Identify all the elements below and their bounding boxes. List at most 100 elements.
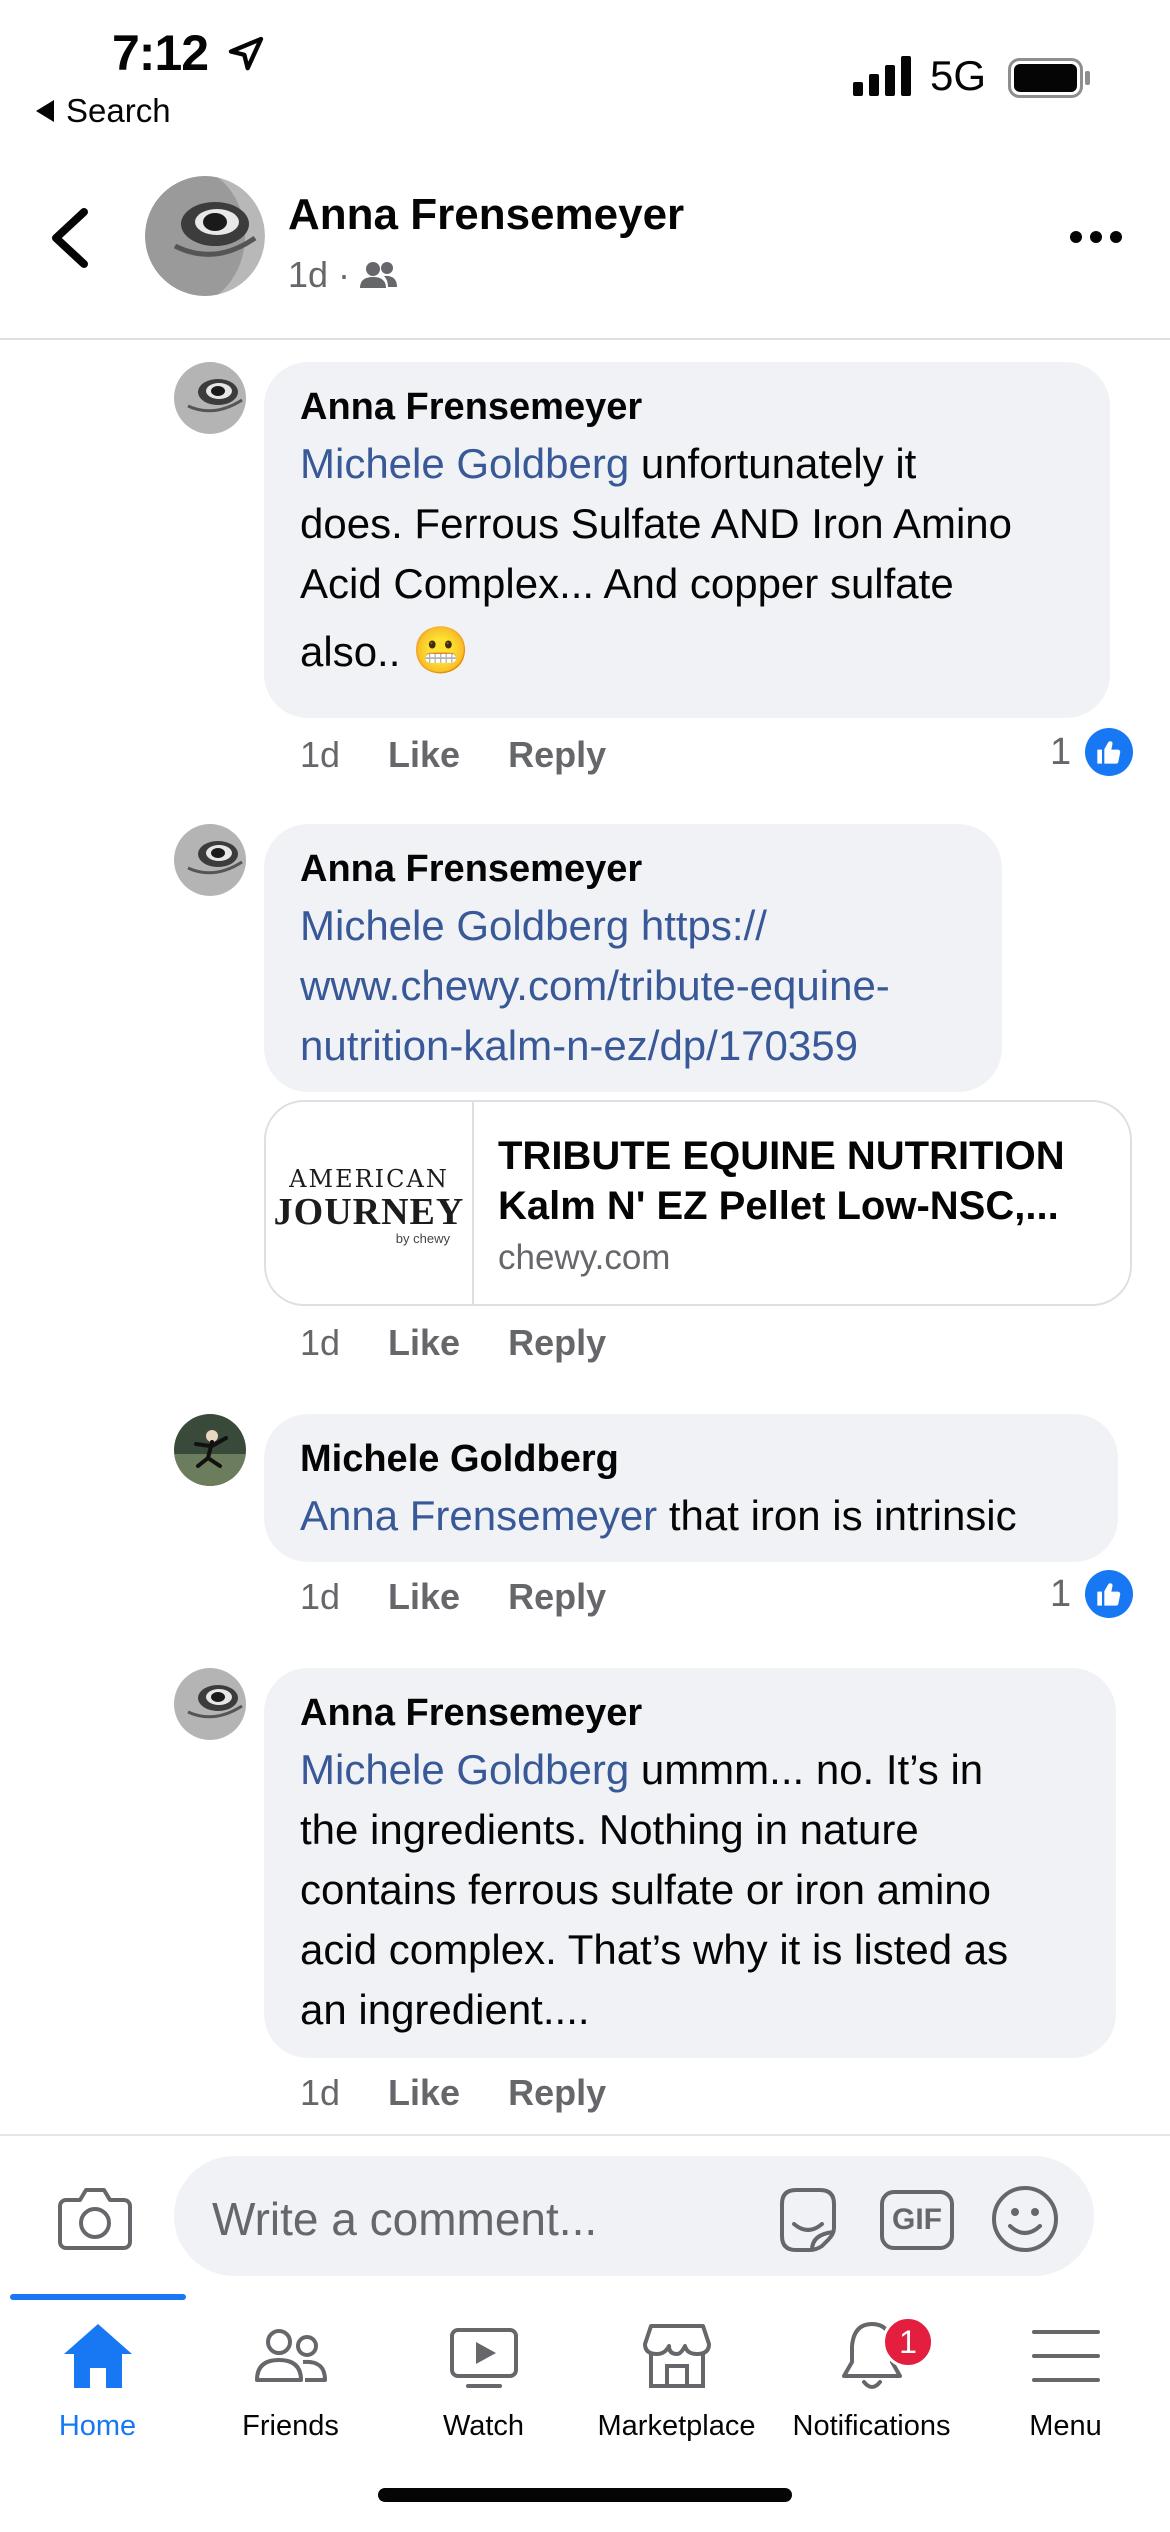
comment-text-line: Acid Complex... And copper sulfate — [300, 560, 954, 607]
tab-label: Notifications — [792, 2410, 951, 2442]
comment-composer: Write a comment... GIF — [0, 2134, 1170, 2294]
watch-icon — [449, 2328, 518, 2388]
reply-button[interactable]: Reply — [508, 734, 606, 776]
comment-actions: 1d Like Reply — [300, 1322, 606, 1364]
friends-icon — [254, 2329, 327, 2382]
comment-author[interactable]: Anna Frensemeyer — [300, 1690, 1080, 1736]
reply-button[interactable]: Reply — [508, 1322, 606, 1364]
author-avatar[interactable] — [145, 176, 265, 296]
gif-label: GIF — [892, 2203, 942, 2236]
back-to-search-label: Search — [66, 92, 171, 129]
like-button[interactable]: Like — [388, 1322, 460, 1364]
comment-text: Michele Goldberg https:// www.chewy.com/… — [300, 896, 966, 1076]
comment-link[interactable]: www.chewy.com/tribute-equine- — [300, 962, 890, 1009]
home-icon — [63, 2324, 132, 2388]
tab-watch[interactable]: Watch — [386, 2316, 581, 2466]
link-preview-card[interactable]: AMERICAN JOURNEY by chewy TRIBUTE EQUINE… — [264, 1100, 1132, 1306]
tab-notifications[interactable]: 1 Notifications — [774, 2316, 969, 2466]
comment-text: Anna Frensemeyer that iron is intrinsic — [300, 1486, 1082, 1546]
emoji-icon[interactable] — [990, 2184, 1060, 2254]
tab-label: Friends — [242, 2410, 339, 2442]
comment-mention[interactable]: Michele Goldberg — [300, 902, 629, 949]
comment-time: 1d — [300, 2072, 341, 2113]
tab-label: Home — [58, 2410, 137, 2442]
network-type: 5G — [930, 52, 987, 99]
post-time: 1d — [288, 254, 329, 295]
comment-mention[interactable]: Michele Goldberg — [300, 1746, 629, 1793]
tab-label: Menu — [1029, 2410, 1102, 2442]
commenter-avatar[interactable] — [174, 1668, 246, 1740]
reaction-summary[interactable]: 1 — [1050, 1570, 1134, 1618]
grimacing-emoji: 😬 — [412, 624, 470, 676]
comment-placeholder: Write a comment... — [212, 2193, 598, 2245]
comment-input[interactable]: Write a comment... GIF — [174, 2156, 1094, 2276]
like-button[interactable]: Like — [388, 1576, 460, 1618]
sticker-icon[interactable] — [772, 2184, 844, 2256]
back-chevron-icon[interactable] — [46, 206, 96, 270]
gif-button[interactable]: GIF — [880, 2190, 954, 2250]
link-preview-title: TRIBUTE EQUINE NUTRITION — [498, 1134, 1065, 1178]
link-preview-title: Kalm N' EZ Pellet Low-NSC,... — [498, 1184, 1059, 1228]
comment-author[interactable]: Anna Frensemeyer — [300, 846, 966, 892]
comment-author[interactable]: Michele Goldberg — [300, 1436, 1082, 1482]
brand-logo-sub: by chewy — [395, 1230, 450, 1246]
comment-text: Michele Goldberg unfortunately it does. … — [300, 434, 1074, 690]
comment-text-line: unfortunately it — [629, 440, 917, 487]
commenter-avatar[interactable] — [174, 362, 246, 434]
camera-icon[interactable] — [58, 2186, 132, 2250]
comment-link[interactable]: nutrition-kalm-n-ez/dp/170359 — [300, 1022, 858, 1069]
comment-bubble[interactable]: Anna Frensemeyer Michele Goldberg unfort… — [264, 362, 1110, 718]
comment-bubble[interactable]: Anna Frensemeyer Michele Goldberg https:… — [264, 824, 1002, 1092]
like-button[interactable]: Like — [388, 734, 460, 776]
comment-author[interactable]: Anna Frensemeyer — [300, 384, 1074, 430]
post-header: Anna Frensemeyer 1d · — [0, 150, 1170, 340]
tab-label: Marketplace — [597, 2410, 756, 2442]
reply-button[interactable]: Reply — [508, 2072, 606, 2114]
post-meta: 1d · — [288, 254, 398, 296]
comment-text: Michele Goldberg ummm... no. It’s in the… — [300, 1740, 1080, 2040]
marketplace-icon — [642, 2324, 711, 2388]
comment-text-line: the ingredients. Nothing in nature — [300, 1806, 919, 1853]
back-to-search[interactable]: Search — [36, 92, 171, 130]
comment-text-line: ummm... no. It’s in — [629, 1746, 984, 1793]
comment-text-line: an ingredient.... — [300, 1986, 590, 2033]
battery-icon — [1008, 58, 1090, 98]
commenter-avatar[interactable] — [174, 824, 246, 896]
comment-text-line: contains ferrous sulfate or iron amino — [300, 1866, 992, 1913]
tab-home[interactable]: Home — [0, 2316, 195, 2466]
comment-bubble[interactable]: Anna Frensemeyer Michele Goldberg ummm..… — [264, 1668, 1116, 2058]
friends-audience-icon — [360, 262, 398, 288]
comment-bubble[interactable]: Michele Goldberg Anna Frensemeyer that i… — [264, 1414, 1118, 1562]
reaction-summary[interactable]: 1 — [1050, 728, 1134, 776]
brand-logo-top: AMERICAN — [289, 1164, 449, 1193]
like-button[interactable]: Like — [388, 2072, 460, 2114]
comment-mention[interactable]: Michele Goldberg — [300, 440, 629, 487]
active-tab-indicator — [10, 2294, 186, 2300]
comment-actions: 1d Like Reply — [300, 734, 606, 776]
tab-friends[interactable]: Friends — [193, 2316, 388, 2466]
comment-mention[interactable]: Anna Frensemeyer — [300, 1492, 657, 1539]
commenter-avatar[interactable] — [174, 1414, 246, 1486]
reply-button[interactable]: Reply — [508, 1576, 606, 1618]
menu-icon — [1031, 2330, 1100, 2382]
author-name[interactable]: Anna Frensemeyer — [288, 190, 684, 240]
tab-label: Watch — [442, 2410, 525, 2442]
back-triangle-icon — [36, 100, 54, 122]
meta-separator: · — [338, 254, 351, 295]
status-bar: 7:12 Search 5G — [0, 0, 1170, 140]
comment-text-line: does. Ferrous Sulfate AND Iron Amino — [300, 500, 1013, 547]
tab-menu[interactable]: Menu — [968, 2316, 1163, 2466]
reaction-count: 1 — [1050, 730, 1072, 773]
more-options-icon[interactable] — [1068, 222, 1124, 252]
comment-text-line: also.. — [300, 628, 413, 675]
comment-text-line: acid complex. That’s why it is listed as — [300, 1926, 1009, 1973]
comment-link[interactable]: https:// — [629, 902, 767, 949]
home-indicator — [378, 2488, 792, 2502]
location-arrow-icon — [228, 36, 264, 71]
comment-actions: 1d Like Reply — [300, 1576, 606, 1618]
comment-text-line: that iron is intrinsic — [657, 1492, 1017, 1539]
tab-marketplace[interactable]: Marketplace — [579, 2316, 774, 2466]
reaction-count: 1 — [1050, 1572, 1072, 1615]
status-time: 7:12 — [112, 25, 209, 81]
thumbs-up-icon — [1085, 728, 1134, 776]
